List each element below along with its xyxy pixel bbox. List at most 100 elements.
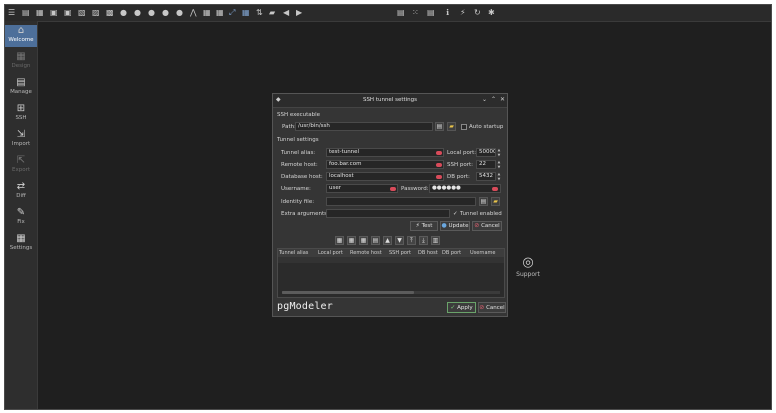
open-file-icon[interactable]: ▦	[36, 7, 44, 19]
db-port-spinner[interactable]: ▲ ▼	[497, 172, 501, 181]
zoom-fit-icon[interactable]: ●	[162, 7, 169, 19]
sidebar-item-label: Fix	[17, 219, 25, 225]
column-header[interactable]: Local port	[318, 250, 343, 256]
column-header[interactable]: SSH port	[389, 250, 411, 256]
folder-icon[interactable]: ▰	[491, 197, 500, 206]
scrollbar-thumb[interactable]	[282, 291, 414, 294]
comment-icon[interactable]: ▰	[269, 7, 275, 19]
sidebar-item-label: Import	[11, 141, 31, 147]
print-preview-icon[interactable]: ▨	[92, 7, 100, 19]
align-icon[interactable]: ⋀	[190, 7, 197, 19]
column-header[interactable]: DB port	[442, 250, 461, 256]
list-icon[interactable]: ▤	[427, 7, 435, 19]
test-button[interactable]: ⚡ Test	[410, 221, 438, 231]
left-arrow-icon[interactable]: ◀	[283, 7, 289, 19]
tunnel-alias-label: Tunnel alias:	[281, 150, 316, 156]
extra-arguments-field[interactable]	[326, 209, 450, 218]
move-down-icon[interactable]: ▼	[395, 236, 404, 245]
column-header[interactable]: DB host	[418, 250, 438, 256]
move-up-icon[interactable]: ▲	[383, 236, 392, 245]
cancel-edit-button[interactable]: ⊘ Cancel	[472, 221, 502, 231]
check-icon: ✓	[453, 211, 458, 217]
print-setup-icon[interactable]: ▩	[106, 7, 114, 19]
delete-icon[interactable]: ▦	[242, 7, 250, 19]
ssh-port-field[interactable]: 22	[476, 160, 496, 169]
horizontal-scrollbar[interactable]	[282, 291, 500, 294]
duplicate-row-icon[interactable]: ▦	[359, 236, 368, 245]
save-icon[interactable]: ▣	[50, 7, 58, 19]
zoom-reset-icon[interactable]: ●	[148, 7, 155, 19]
browse-icon[interactable]: ▤	[479, 197, 488, 206]
minimize-icon[interactable]: ⌄	[482, 96, 487, 103]
update-button[interactable]: ● Update	[440, 221, 470, 231]
sidebar-item-fix[interactable]: ✎ Fix	[5, 207, 37, 229]
tunnel-enabled-label[interactable]: Tunnel enabled	[460, 211, 502, 217]
sidebar-item-label: SSH	[15, 115, 27, 121]
sidebar-item-import[interactable]: ⇲ Import	[5, 129, 37, 151]
cancel-button[interactable]: ⊘ Cancel	[478, 302, 506, 313]
identity-file-field[interactable]	[326, 197, 476, 206]
remote-host-field[interactable]: foo.bar.com	[326, 160, 444, 169]
sidebar-item-ssh[interactable]: ⊞ SSH	[5, 103, 37, 125]
support-button[interactable]: ◎ Support	[510, 255, 546, 278]
password-field[interactable]: ●●●●●●	[429, 184, 501, 193]
sidebar-item-manage[interactable]: ▤ Manage	[5, 77, 37, 99]
info-icon[interactable]: ℹ	[446, 7, 449, 19]
plugin-icon[interactable]: ✱	[488, 7, 495, 19]
edit-row-icon[interactable]: ▦	[347, 236, 356, 245]
print-icon[interactable]: ▧	[78, 7, 86, 19]
refresh-icon[interactable]: ↻	[474, 7, 481, 19]
add-row-icon[interactable]: ▦	[335, 236, 344, 245]
username-field[interactable]: user	[326, 184, 398, 193]
db-port-field[interactable]: 5432	[476, 172, 496, 181]
sidebar-item-welcome[interactable]: ⌂ Welcome	[5, 25, 37, 47]
column-header[interactable]: Remote host	[350, 250, 382, 256]
move-top-icon[interactable]: ⤒	[407, 236, 416, 245]
hamburger-icon[interactable]: ☰	[8, 7, 15, 19]
doc-icon[interactable]: ▤	[397, 7, 405, 19]
clear-icon[interactable]	[492, 187, 498, 191]
select-icon[interactable]: ⤢	[229, 7, 235, 19]
sidebar-item-design[interactable]: ▦ Design	[5, 51, 37, 73]
column-header[interactable]: Tunnel alias	[279, 250, 308, 256]
sidebar-item-settings[interactable]: ▦ Settings	[5, 233, 37, 255]
close-icon[interactable]: ✕	[500, 96, 505, 103]
folder-icon[interactable]: ▰	[447, 122, 456, 131]
search-row-icon[interactable]: ▤	[371, 236, 380, 245]
edit-icon[interactable]: ▦	[216, 7, 224, 19]
right-arrow-icon[interactable]: ▶	[296, 7, 302, 19]
sidebar-item-export[interactable]: ⇱ Export	[5, 155, 37, 177]
local-port-field[interactable]: 50000	[476, 148, 496, 157]
extra-arguments-label: Extra arguments:	[281, 211, 329, 217]
zoom-in-icon[interactable]: ●	[120, 7, 127, 19]
browse-icon[interactable]: ▤	[435, 122, 444, 131]
clear-icon[interactable]	[436, 163, 442, 167]
column-header[interactable]: Username	[470, 250, 496, 256]
move-bottom-icon[interactable]: ⤓	[419, 236, 428, 245]
grid-icon[interactable]: ●	[176, 7, 183, 19]
auto-startup-checkbox[interactable]	[461, 124, 467, 130]
flash-icon[interactable]: ⚡	[460, 7, 466, 19]
save-all-icon[interactable]: ▣	[64, 7, 72, 19]
local-port-spinner[interactable]: ▲ ▼	[497, 148, 501, 157]
ssh-port-spinner[interactable]: ▲ ▼	[497, 160, 501, 169]
zoom-out-icon[interactable]: ●	[134, 7, 141, 19]
sidebar-item-diff[interactable]: ⇄ Diff	[5, 181, 37, 203]
tunnel-alias-field[interactable]: test-tunnel	[326, 148, 444, 157]
db-port-label: DB port:	[447, 174, 470, 180]
layers-icon[interactable]: ▦	[203, 7, 211, 19]
clear-icon[interactable]	[436, 175, 442, 179]
clear-icon[interactable]	[436, 151, 442, 155]
expand-icon[interactable]: ⁙	[412, 7, 419, 19]
remove-row-icon[interactable]: ▥	[431, 236, 440, 245]
new-file-icon[interactable]: ▤	[22, 7, 30, 19]
clear-icon[interactable]	[390, 187, 396, 191]
pgmodeler-logo: pgModeler	[277, 301, 333, 312]
table-row[interactable]	[278, 257, 504, 263]
layer-move-icon[interactable]: ⇅	[256, 7, 263, 19]
path-field[interactable]: /usr/bin/ssh	[295, 122, 433, 131]
tunnels-table[interactable]: Tunnel alias Local port Remote host SSH …	[277, 248, 505, 298]
apply-button[interactable]: ✓ Apply	[447, 302, 476, 313]
database-host-field[interactable]: localhost	[326, 172, 444, 181]
maximize-icon[interactable]: ⌃	[491, 96, 496, 103]
